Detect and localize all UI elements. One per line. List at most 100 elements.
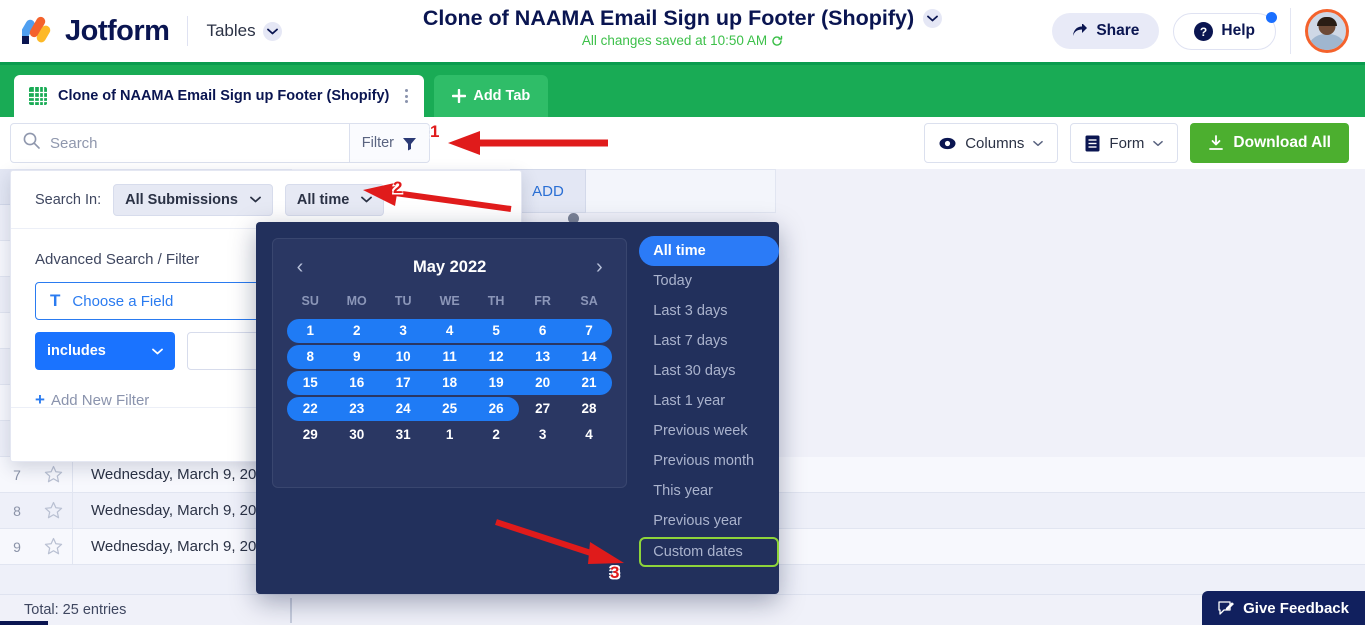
form-button[interactable]: Form <box>1070 123 1179 163</box>
calendar-day[interactable]: 16 <box>333 370 379 396</box>
calendar-week-row: 8 9 10 11 12 13 14 <box>287 344 613 370</box>
calendar-day[interactable]: 13 <box>519 344 565 370</box>
time-range-value: All time <box>296 191 350 208</box>
calendar-day[interactable]: 1 <box>426 422 472 448</box>
calendar-day[interactable]: 10 <box>380 344 426 370</box>
add-tab-button[interactable]: Add Tab <box>434 75 549 117</box>
share-label: Share <box>1096 22 1140 39</box>
filter-button[interactable]: Filter <box>348 124 429 162</box>
help-button[interactable]: ? Help <box>1173 11 1277 50</box>
save-status-text: All changes saved at 10:50 AM <box>581 33 768 48</box>
add-new-filter-label: Add New Filter <box>50 391 150 409</box>
calendar-day[interactable]: 17 <box>380 370 426 396</box>
calendar-day[interactable]: 2 <box>473 422 519 448</box>
share-button[interactable]: Share <box>1052 13 1160 49</box>
star-icon[interactable] <box>34 501 72 520</box>
calendar-day[interactable]: 31 <box>380 422 426 448</box>
calendar-month-title: May 2022 <box>412 257 487 276</box>
tables-nav-menu[interactable]: Tables <box>206 21 282 41</box>
time-range-select[interactable]: All time <box>284 183 385 216</box>
range-option-previous-week[interactable]: Previous week <box>639 416 779 446</box>
header-divider <box>187 16 189 46</box>
search-input[interactable] <box>50 134 349 152</box>
calendar-day[interactable]: 30 <box>333 422 379 448</box>
calendar-day[interactable]: 3 <box>519 422 565 448</box>
calendar-day[interactable]: 29 <box>287 422 333 448</box>
star-icon[interactable] <box>34 465 72 484</box>
page-title: Clone of NAAMA Email Sign up Footer (Sho… <box>422 6 915 30</box>
calendar-day[interactable]: 15 <box>287 370 333 396</box>
horizontal-scrollbar[interactable] <box>0 621 48 625</box>
calendar-day[interactable]: 12 <box>473 344 519 370</box>
calendar-day[interactable]: 4 <box>566 422 612 448</box>
range-option-last-1-year[interactable]: Last 1 year <box>639 386 779 416</box>
download-all-button[interactable]: Download All <box>1190 123 1349 163</box>
chevron-down-icon <box>152 348 163 354</box>
weekday-label: MO <box>346 294 367 308</box>
chevron-down-icon <box>361 196 373 203</box>
calendar-day[interactable]: 11 <box>426 344 472 370</box>
avatar[interactable] <box>1305 9 1349 53</box>
footer-divider <box>290 598 292 623</box>
condition-operator-value: includes <box>47 343 106 359</box>
tab-options-icon[interactable] <box>399 89 414 103</box>
row-index: 9 <box>13 538 21 555</box>
calendar-day[interactable]: 5 <box>473 318 519 344</box>
app-root: Jotform Tables Clone of NAAMA Email Sign… <box>0 0 1365 625</box>
range-option-today[interactable]: Today <box>639 266 779 296</box>
brand[interactable]: Jotform <box>0 15 170 48</box>
avatar-hair <box>1317 16 1337 26</box>
calendar-day[interactable]: 27 <box>519 396 565 422</box>
calendar-day[interactable]: 4 <box>426 318 472 344</box>
calendar-day[interactable]: 25 <box>426 396 472 422</box>
calendar-day[interactable]: 6 <box>519 318 565 344</box>
columns-button[interactable]: Columns <box>924 123 1059 163</box>
calendar-day[interactable]: 14 <box>566 344 612 370</box>
condition-operator-select[interactable]: includes <box>35 332 175 370</box>
title-chevron-down-icon[interactable] <box>923 9 943 28</box>
eye-icon <box>939 137 956 149</box>
calendar-week-row: 29 30 31 1 2 3 4 <box>287 422 612 448</box>
calendar-day[interactable]: 20 <box>519 370 565 396</box>
submissions-scope-select[interactable]: All Submissions <box>113 183 273 216</box>
feedback-icon <box>1218 600 1235 615</box>
range-option-previous-year[interactable]: Previous year <box>639 506 779 536</box>
text-field-type-icon: T <box>50 291 61 310</box>
range-option-previous-month[interactable]: Previous month <box>639 446 779 476</box>
tab-label: Clone of NAAMA Email Sign up Footer (Sho… <box>58 88 390 104</box>
calendar-day[interactable]: 8 <box>287 344 333 370</box>
weekday-label: SU <box>301 294 319 308</box>
calendar-day[interactable]: 21 <box>566 370 612 396</box>
star-icon[interactable] <box>34 537 72 556</box>
next-month-icon[interactable]: › <box>586 256 612 279</box>
top-header: Jotform Tables Clone of NAAMA Email Sign… <box>0 0 1365 65</box>
prev-month-icon[interactable]: ‹ <box>287 256 313 279</box>
download-all-label: Download All <box>1233 134 1331 151</box>
range-option-last-30-days[interactable]: Last 30 days <box>639 356 779 386</box>
range-option-last-7-days[interactable]: Last 7 days <box>639 326 779 356</box>
range-option-custom-dates[interactable]: Custom dates <box>639 537 779 567</box>
range-option-last-3-days[interactable]: Last 3 days <box>639 296 779 326</box>
calendar-day[interactable]: 7 <box>566 318 612 344</box>
form-title-row[interactable]: Clone of NAAMA Email Sign up Footer (Sho… <box>422 6 943 31</box>
calendar-day[interactable]: 22 <box>287 396 333 422</box>
calendar-day[interactable]: 28 <box>566 396 612 422</box>
search-in-row: Search In: All Submissions All time <box>11 171 521 229</box>
calendar-day[interactable]: 2 <box>333 318 379 344</box>
range-option-all-time[interactable]: All time <box>639 236 779 266</box>
calendar-week-row: 1 2 3 4 5 6 7 <box>287 318 613 344</box>
calendar-day[interactable]: 18 <box>426 370 472 396</box>
calendar-day[interactable]: 1 <box>287 318 333 344</box>
calendar-day[interactable]: 23 <box>333 396 379 422</box>
calendar-day[interactable]: 9 <box>333 344 379 370</box>
range-option-this-year[interactable]: This year <box>639 476 779 506</box>
calendar-day[interactable]: 3 <box>380 318 426 344</box>
annotation-number-2: 2 <box>393 178 403 197</box>
give-feedback-button[interactable]: Give Feedback <box>1202 591 1365 625</box>
calendar-day[interactable]: 24 <box>380 396 426 422</box>
calendar-day[interactable]: 19 <box>473 370 519 396</box>
search-box[interactable]: Filter <box>10 123 430 163</box>
calendar-day[interactable]: 26 <box>473 396 519 422</box>
tab-form-table[interactable]: Clone of NAAMA Email Sign up Footer (Sho… <box>14 75 425 117</box>
form-label: Form <box>1109 134 1145 152</box>
